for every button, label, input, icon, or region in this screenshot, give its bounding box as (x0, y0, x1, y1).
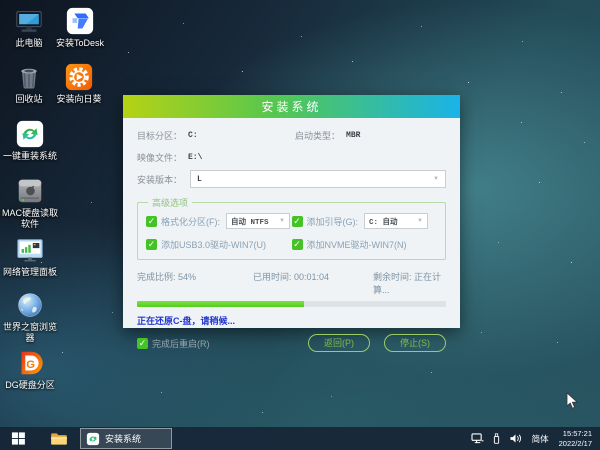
desktop-icon-world-window-browser[interactable]: 世界之窗浏览器 (2, 290, 58, 344)
target-partition-value: C: (188, 131, 198, 140)
restart-after-finish-option: ✓ 完成后重启(R) (137, 337, 294, 350)
format-partition-select[interactable]: 自动 NTFS ▼ (226, 213, 290, 229)
progress-percent-text: 完成比例: 54% (137, 272, 197, 282)
desktop-icon-label: 一键重装系统 (2, 151, 57, 161)
boot-type-value: MBR (346, 131, 361, 140)
desktop-icon-network-panel[interactable]: 网络管理面板 (0, 235, 60, 278)
desktop-icon-install-sunflower[interactable]: 安装向日葵 (44, 62, 114, 105)
dg-partition-icon: G (15, 348, 45, 378)
install-version-select[interactable]: L ▼ (190, 170, 446, 188)
sunflower-icon (64, 62, 94, 92)
desktop-icon-label: 此电脑 (15, 38, 43, 48)
taskbar-clock[interactable]: 15:57:21 2022/2/17 (559, 429, 592, 449)
progress-fill (137, 301, 304, 307)
advanced-options-group: 高级选项 ✓ 格式化分区(F): 自动 NTFS ▼ ✓ 添加引导(G): C:… (137, 196, 446, 260)
start-button[interactable] (0, 427, 36, 450)
format-partition-value: 自动 NTFS (231, 218, 269, 227)
starfield (0, 0, 1, 1)
chevron-down-icon: ▼ (279, 218, 285, 224)
add-boot-label: 添加引导(G): (306, 216, 359, 227)
desktop-icon-label: MAC硬盘读取软件 (2, 208, 58, 229)
desktop-icon-label: DG硬盘分区 (5, 380, 55, 390)
install-version-value: L (197, 174, 202, 184)
taskbar-task-install-system[interactable]: 安装系统 (80, 428, 172, 449)
chevron-down-icon: ▼ (433, 176, 439, 182)
restart-after-finish-label: 完成后重启(R) (152, 338, 210, 349)
usb-device-tray-icon[interactable] (492, 432, 501, 445)
this-pc-icon (14, 6, 44, 36)
todesk-icon (65, 6, 95, 36)
add-boot-option: ✓ 添加引导(G): C: 自动 ▼ (291, 213, 438, 229)
desktop-icon-label: 世界之窗浏览器 (2, 322, 57, 343)
desktop-icon-mac-disk-reader[interactable]: MAC硬盘读取软件 (2, 176, 58, 230)
nvme-driver-checkbox[interactable]: ✓ (291, 239, 303, 250)
globe-browser-icon (15, 290, 45, 320)
desktop-icon-label: 网络管理面板 (2, 267, 57, 277)
chevron-down-icon: ▼ (417, 218, 423, 224)
usb3-driver-option: ✓ 添加USB3.0驱动-WIN7(U) (146, 238, 292, 251)
volume-tray-icon[interactable] (509, 433, 522, 444)
progress-bar (137, 301, 446, 307)
install-system-dialog: 安装系统 目标分区： C: 启动类型： MBR 映像文件： E:\ 安装版本： … (123, 95, 460, 352)
dialog-title: 安装系统 (261, 100, 322, 114)
advanced-options-legend: 高级选项 (152, 198, 189, 208)
progress-elapsed-text: 已用时间: 00:01:04 (253, 272, 330, 282)
network-panel-icon (15, 235, 45, 265)
folder-icon (51, 432, 67, 445)
dialog-titlebar[interactable]: 安装系统 (123, 95, 460, 118)
desktop-icon-label: 安装向日葵 (56, 94, 102, 104)
dialog-footer: ✓ 完成后重启(R) 返回(P) 停止(S) (137, 334, 446, 352)
input-method-indicator[interactable]: 简体 (532, 433, 549, 445)
format-partition-option: ✓ 格式化分区(F): 自动 NTFS ▼ (146, 213, 292, 229)
add-boot-select[interactable]: C: 自动 ▼ (364, 213, 428, 229)
back-button[interactable]: 返回(P) (308, 334, 370, 352)
nvme-driver-option: ✓ 添加NVME驱动-WIN7(N) (291, 238, 438, 251)
usb3-driver-checkbox[interactable]: ✓ (146, 239, 157, 250)
network-tray-icon[interactable] (471, 433, 484, 444)
desktop-icon-label: 回收站 (15, 94, 43, 104)
taskbar-task-label: 安装系统 (105, 434, 142, 444)
format-partition-label: 格式化分区(F): (161, 216, 220, 227)
row-image-file: 映像文件： E:\ (137, 151, 446, 164)
boot-type-label: 启动类型： (295, 131, 341, 141)
clock-time: 15:57:21 (562, 428, 592, 438)
desktop-icon-this-pc[interactable]: 此电脑 (4, 6, 54, 49)
desktop-icon-dg-partition[interactable]: G DG硬盘分区 (2, 348, 58, 391)
usb3-driver-label: 添加USB3.0驱动-WIN7(U) (161, 240, 267, 250)
install-version-label: 安装版本： (137, 174, 183, 185)
add-boot-checkbox[interactable]: ✓ (291, 215, 303, 227)
format-partition-checkbox[interactable]: ✓ (146, 215, 157, 227)
progress-remaining-text: 剩余时间: 正在计算... (373, 272, 442, 295)
image-file-value: E:\ (188, 153, 203, 162)
taskbar: 安装系统 简体 15:57:21 2022/2/17 (0, 427, 600, 450)
add-boot-value: C: 自动 (369, 218, 398, 227)
nvme-driver-label: 添加NVME驱动-WIN7(N) (306, 240, 407, 250)
desktop-icon-label: 安装ToDesk (55, 38, 104, 48)
row-target-partition: 目标分区： C: 启动类型： MBR (137, 129, 446, 142)
desktop-icon-install-todesk[interactable]: 安装ToDesk (48, 6, 112, 49)
clock-date: 2022/2/17 (558, 438, 592, 448)
restore-status-text: 正在还原C-盘，请稍候... (137, 316, 235, 326)
restart-after-finish-checkbox[interactable]: ✓ (137, 337, 148, 349)
svg-text:G: G (26, 359, 35, 371)
target-partition-label: 目标分区： (137, 131, 183, 141)
recycle-bin-icon (14, 62, 44, 92)
stop-button[interactable]: 停止(S) (384, 334, 446, 352)
mac-disk-icon (15, 176, 45, 206)
image-file-label: 映像文件： (137, 153, 183, 163)
mouse-cursor (566, 392, 578, 415)
system-tray: 简体 15:57:21 2022/2/17 (467, 427, 600, 450)
reinstall-system-icon (15, 119, 45, 149)
windows-logo-icon (11, 432, 25, 445)
progress-stats-row: 完成比例: 54% 已用时间: 00:01:04 剩余时间: 正在计算... (137, 270, 446, 296)
row-install-version: 安装版本： L ▼ (137, 170, 446, 188)
file-explorer-button[interactable] (44, 427, 74, 450)
install-system-app-icon (86, 432, 100, 445)
desktop-icon-one-key-reinstall[interactable]: 一键重装系统 (0, 119, 60, 162)
